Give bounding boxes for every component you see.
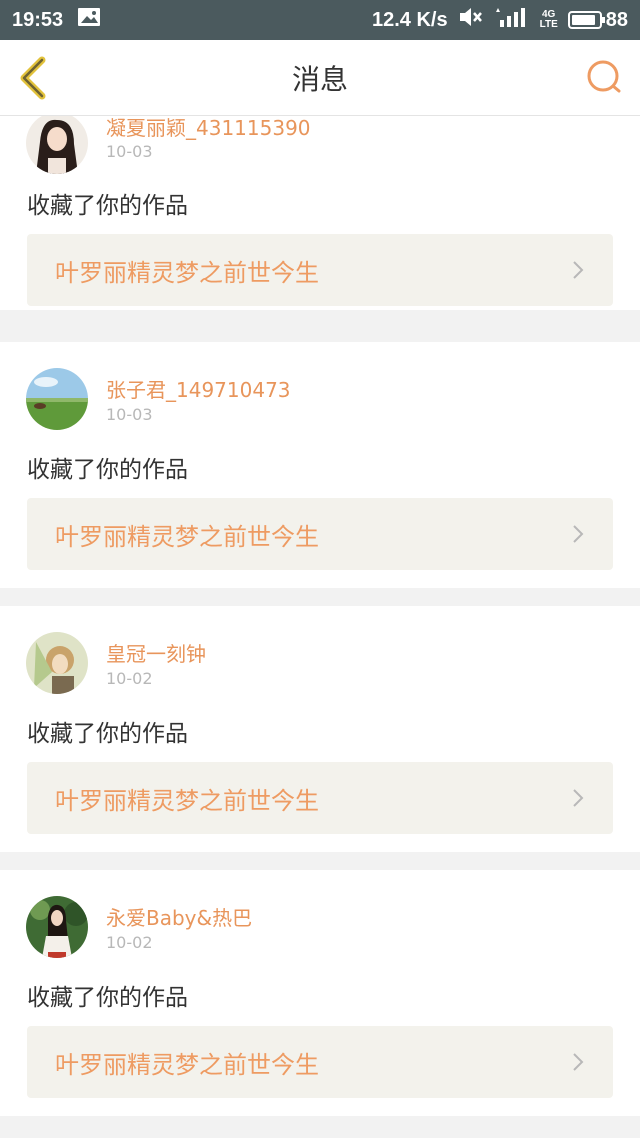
- chevron-right-icon: [573, 1053, 584, 1071]
- chevron-left-icon: [20, 56, 46, 100]
- gallery-icon: [77, 7, 101, 33]
- user-name[interactable]: 皇冠一刻钟: [106, 638, 206, 667]
- search-button[interactable]: [584, 58, 624, 98]
- status-bar: 19:53 12.4 K/s 4G LTE 88: [0, 0, 640, 40]
- work-link[interactable]: 叶罗丽精灵梦之前世今生: [27, 762, 613, 834]
- message-date: 10-02: [106, 669, 153, 688]
- avatar[interactable]: [26, 368, 88, 430]
- list-item: 永爱Baby&热巴 10-02 收藏了你的作品 叶罗丽精灵梦之前世今生: [0, 870, 640, 1116]
- battery-indicator: 88: [567, 8, 628, 32]
- page-title: 消息: [291, 62, 348, 96]
- net-speed: 12.4 K/s: [371, 8, 448, 31]
- back-button[interactable]: [16, 56, 56, 100]
- signal-icon: [494, 6, 530, 34]
- mute-icon: [458, 6, 484, 34]
- battery-icon: [567, 11, 605, 29]
- message-action: 收藏了你的作品: [27, 457, 188, 483]
- list-item: 凝夏丽颖_431115390 10-03 收藏了你的作品 叶罗丽精灵梦之前世今生: [0, 116, 640, 310]
- page-header: 消息: [0, 40, 640, 116]
- status-time: 19:53: [12, 8, 64, 31]
- list-item: 皇冠一刻钟 10-02 收藏了你的作品 叶罗丽精灵梦之前世今生: [0, 606, 640, 852]
- message-date: 10-03: [106, 405, 153, 424]
- work-title: 叶罗丽精灵梦之前世今生: [55, 1050, 319, 1079]
- chevron-right-icon: [573, 525, 584, 543]
- network-sub: LTE: [539, 19, 558, 30]
- network-type: 4G LTE: [540, 10, 558, 30]
- work-link[interactable]: 叶罗丽精灵梦之前世今生: [27, 1026, 613, 1098]
- user-name[interactable]: 凝夏丽颖_431115390: [106, 116, 311, 141]
- avatar[interactable]: [26, 896, 88, 958]
- work-title: 叶罗丽精灵梦之前世今生: [55, 786, 319, 815]
- user-name[interactable]: 张子君_149710473: [106, 374, 291, 403]
- message-action: 收藏了你的作品: [27, 193, 188, 219]
- avatar[interactable]: [26, 116, 88, 174]
- work-link[interactable]: 叶罗丽精灵梦之前世今生: [27, 498, 613, 570]
- message-action: 收藏了你的作品: [27, 985, 188, 1011]
- chevron-right-icon: [573, 789, 584, 807]
- avatar[interactable]: [26, 632, 88, 694]
- message-action: 收藏了你的作品: [27, 721, 188, 747]
- chevron-right-icon: [573, 261, 584, 279]
- message-list[interactable]: 凝夏丽颖_431115390 10-03 收藏了你的作品 叶罗丽精灵梦之前世今生…: [0, 116, 640, 1138]
- search-icon: [587, 60, 621, 93]
- message-date: 10-03: [106, 142, 153, 161]
- user-name[interactable]: 永爱Baby&热巴: [106, 902, 252, 931]
- work-title: 叶罗丽精灵梦之前世今生: [55, 522, 319, 551]
- message-date: 10-02: [106, 933, 153, 952]
- work-title: 叶罗丽精灵梦之前世今生: [55, 258, 319, 287]
- list-item: 张子君_149710473 10-03 收藏了你的作品 叶罗丽精灵梦之前世今生: [0, 342, 640, 588]
- work-link[interactable]: 叶罗丽精灵梦之前世今生: [27, 234, 613, 306]
- battery-level: 88: [605, 8, 628, 31]
